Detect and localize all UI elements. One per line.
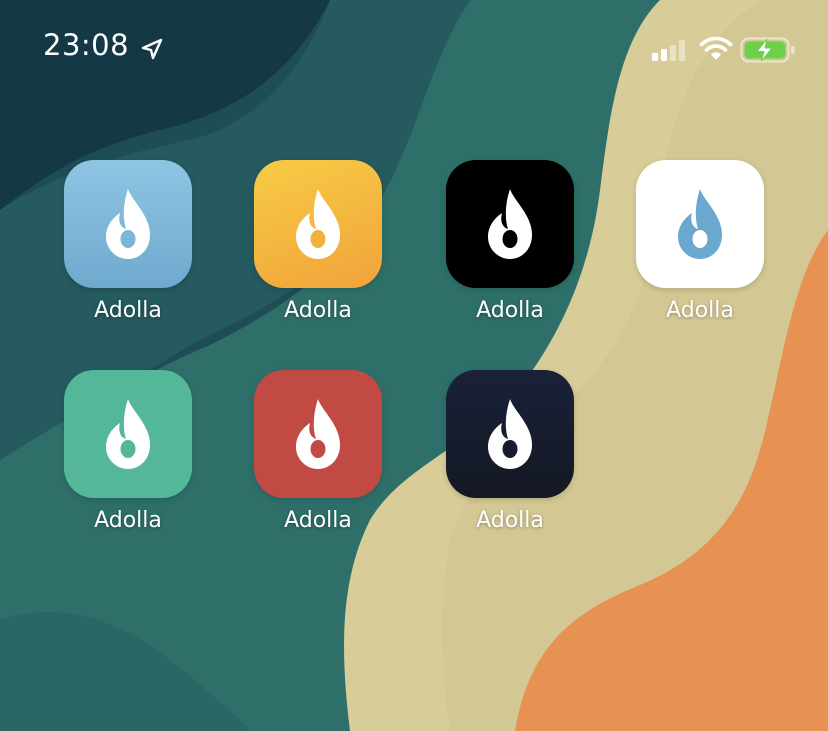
app-icon[interactable] — [446, 370, 574, 498]
battery-charging-icon — [740, 36, 796, 64]
app-label: Adolla — [284, 298, 352, 323]
app-adolla-orange[interactable]: Adolla — [254, 160, 382, 323]
status-bar: 23:08 — [0, 0, 828, 100]
app-icon[interactable] — [254, 370, 382, 498]
app-icon[interactable] — [446, 160, 574, 288]
app-icon[interactable] — [64, 160, 192, 288]
app-label: Adolla — [476, 508, 544, 533]
app-label: Adolla — [476, 298, 544, 323]
wallpaper — [0, 0, 828, 731]
flame-icon — [106, 399, 150, 469]
cellular-signal-icon — [652, 39, 690, 61]
location-arrow-icon — [141, 38, 163, 60]
flame-icon — [296, 189, 340, 259]
app-icon[interactable] — [636, 160, 764, 288]
app-adolla-blue[interactable]: Adolla — [64, 160, 192, 323]
app-adolla-navy[interactable]: Adolla — [446, 370, 574, 533]
app-icon[interactable] — [254, 160, 382, 288]
flame-icon — [106, 189, 150, 259]
flame-icon — [678, 189, 722, 259]
app-icon[interactable] — [64, 370, 192, 498]
app-adolla-black[interactable]: Adolla — [446, 160, 574, 323]
status-time: 23:08 — [43, 28, 130, 62]
app-adolla-green[interactable]: Adolla — [64, 370, 192, 533]
app-adolla-red[interactable]: Adolla — [254, 370, 382, 533]
flame-icon — [296, 399, 340, 469]
app-label: Adolla — [666, 298, 734, 323]
app-label: Adolla — [94, 298, 162, 323]
app-label: Adolla — [284, 508, 352, 533]
flame-icon — [488, 399, 532, 469]
app-adolla-white[interactable]: Adolla — [636, 160, 764, 323]
app-label: Adolla — [94, 508, 162, 533]
wifi-icon — [699, 36, 733, 62]
flame-icon — [488, 189, 532, 259]
